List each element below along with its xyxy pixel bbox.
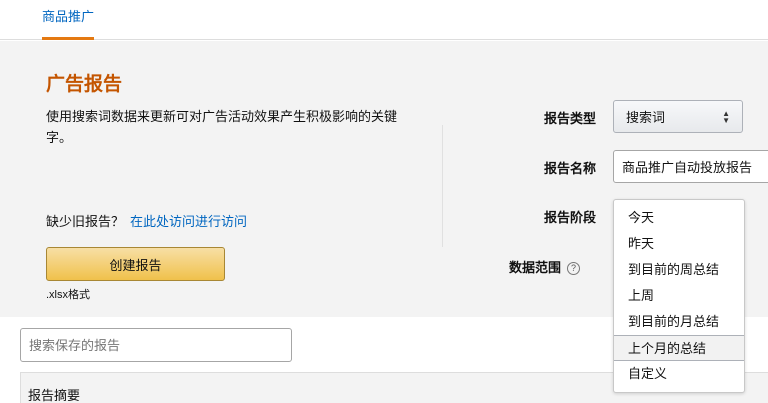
format-note: .xlsx格式: [46, 289, 90, 301]
report-creation-panel: 广告报告 使用搜索词数据来更新可对广告活动效果产生积极影响的关键字。 缺少旧报告…: [0, 41, 768, 393]
page-title: 广告报告: [46, 74, 123, 95]
report-period-dropdown[interactable]: 今天 昨天 到目前的周总结 上周 到目前的月总结 上个月的总结 自定义: [613, 199, 745, 393]
period-option[interactable]: 昨天: [614, 231, 744, 257]
help-icon[interactable]: ?: [567, 262, 580, 275]
period-option[interactable]: 自定义: [614, 361, 744, 387]
data-range-label: 数据范围: [508, 260, 561, 275]
report-name-input[interactable]: [613, 150, 768, 183]
report-period-label: 报告阶段: [543, 210, 596, 225]
report-type-label: 报告类型: [543, 111, 596, 126]
top-nav-bar: 商品推广: [0, 0, 768, 40]
data-range-label-wrap: 数据范围?: [480, 257, 580, 276]
vertical-divider: [442, 125, 443, 247]
report-type-value: 搜索词: [626, 110, 666, 125]
tab-sponsored-products[interactable]: 商品推广: [42, 0, 95, 40]
period-option[interactable]: 今天: [614, 205, 744, 231]
period-option[interactable]: 上个月的总结: [614, 335, 744, 361]
create-report-button[interactable]: 创建报告: [46, 247, 225, 281]
description-text: 使用搜索词数据来更新可对广告活动效果产生积极影响的关键字。: [46, 109, 398, 145]
missing-report-text: 缺少旧报告？: [46, 214, 125, 229]
legacy-report-link[interactable]: 在此处访问进行访问: [130, 214, 247, 229]
missing-report-line: 缺少旧报告？ 在此处访问进行访问: [46, 211, 247, 230]
report-type-select[interactable]: 搜索词 ▲ ▼: [613, 100, 743, 133]
period-option[interactable]: 上周: [614, 283, 744, 309]
period-option[interactable]: 到目前的周总结: [614, 257, 744, 283]
period-option[interactable]: 到目前的月总结: [614, 309, 744, 335]
report-name-label: 报告名称: [543, 161, 596, 176]
search-saved-reports-input[interactable]: [20, 328, 292, 362]
updown-arrows-icon: ▲ ▼: [722, 108, 730, 125]
